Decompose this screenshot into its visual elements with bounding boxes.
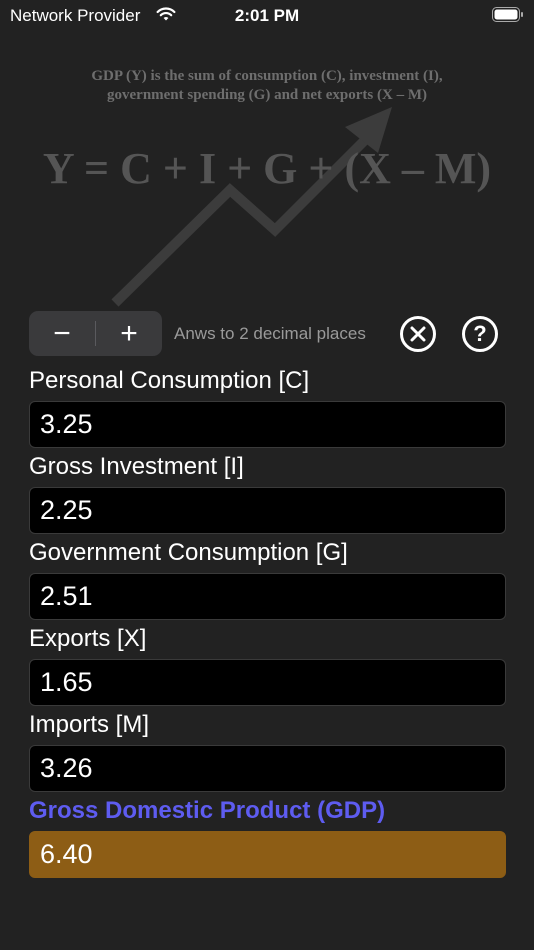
investment-label: Gross Investment [I] — [29, 453, 244, 480]
precision-controls: − + Anws to 2 decimal places ? — [29, 311, 509, 356]
input-form: Personal Consumption [C] 3.25 Gross Inve… — [29, 362, 506, 878]
imports-input[interactable]: 3.26 — [29, 745, 506, 792]
formula-caption-line1: GDP (Y) is the sum of consumption (C), i… — [91, 68, 443, 84]
increment-button[interactable]: + — [96, 311, 162, 356]
decrement-button[interactable]: − — [29, 311, 95, 356]
imports-label: Imports [M] — [29, 711, 150, 738]
help-button[interactable]: ? — [462, 316, 498, 352]
clock: 2:01 PM — [234, 6, 300, 25]
formula-banner: GDP (Y) is the sum of consumption (C), i… — [0, 55, 534, 310]
battery-icon — [492, 7, 523, 22]
consumption-input[interactable]: 3.25 — [29, 401, 506, 448]
exports-input[interactable]: 1.65 — [29, 659, 506, 706]
gdp-formula: Y = C + I + G + (X – M) — [42, 144, 492, 193]
consumption-label: Personal Consumption [C] — [29, 367, 310, 394]
precision-hint: Anws to 2 decimal places — [174, 324, 366, 343]
gdp-result-field: 6.40 — [29, 831, 506, 878]
clear-button[interactable] — [400, 316, 436, 352]
status-bar: Network Provider 2:01 PM — [0, 0, 534, 30]
government-label: Government Consumption [G] — [29, 539, 348, 566]
investment-input[interactable]: 2.25 — [29, 487, 506, 534]
exports-label: Exports [X] — [29, 625, 147, 652]
close-icon — [410, 326, 426, 342]
government-input[interactable]: 2.51 — [29, 573, 506, 620]
formula-caption: GDP (Y) is the sum of consumption (C), i… — [0, 67, 534, 105]
question-icon: ? — [473, 321, 487, 346]
decimal-stepper: − + — [29, 311, 162, 356]
formula-caption-line2: government spending (G) and net exports … — [107, 87, 427, 103]
gdp-result-label: Gross Domestic Product (GDP) — [29, 797, 386, 824]
